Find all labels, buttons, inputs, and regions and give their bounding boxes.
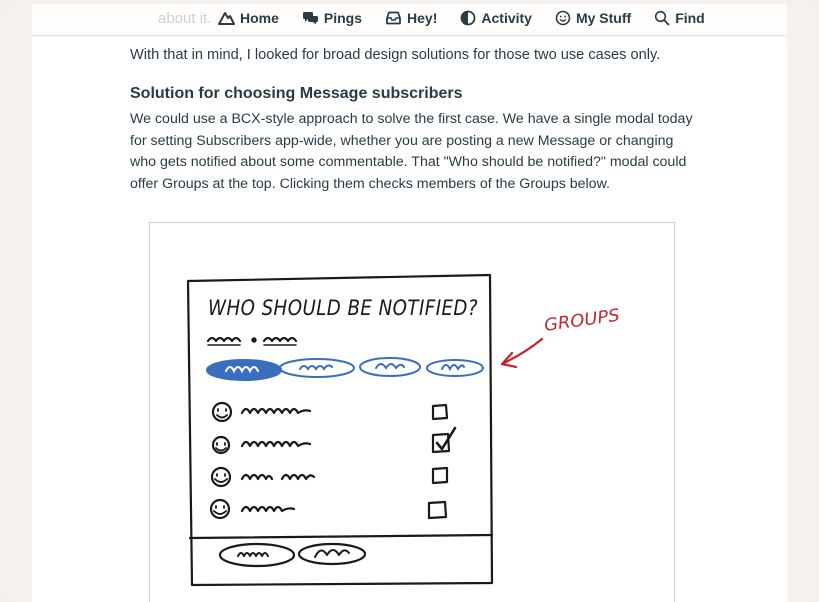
nav-activity[interactable]: Activity xyxy=(460,10,532,26)
checkbox-empty-icon xyxy=(427,500,448,520)
group-pill xyxy=(426,359,484,377)
member-row-4 xyxy=(209,498,448,520)
nav-home-label: Home xyxy=(240,10,279,26)
sketch-drawing: WHO SHOULD BE NOTIFIED? GROUPS xyxy=(186,273,621,587)
smiley-icon xyxy=(555,10,571,26)
footer-divider xyxy=(188,533,494,540)
nav-hey[interactable]: Hey! xyxy=(385,10,437,26)
article-body: With that in mind, I looked for broad de… xyxy=(130,44,700,195)
nav-my-stuff[interactable]: My Stuff xyxy=(555,10,631,26)
group-pill-selected xyxy=(206,359,282,381)
paragraph-line: for setting Subscribers app-wide, whethe… xyxy=(130,132,674,149)
checkbox-empty-icon xyxy=(431,403,449,421)
left-margin xyxy=(4,4,32,602)
member-avatar-icon xyxy=(210,466,232,488)
nav-my-stuff-label: My Stuff xyxy=(575,10,632,26)
paragraph-line: offer Groups at the top. Clicking them c… xyxy=(130,175,610,192)
nav-find-label: Find xyxy=(675,10,705,26)
member-row-1 xyxy=(211,401,449,423)
nav-find[interactable]: Find xyxy=(654,10,705,26)
member-row-2 xyxy=(211,426,457,455)
nav-activity-label: Activity xyxy=(481,10,532,26)
member-avatar-icon xyxy=(209,498,231,520)
nav-hey-label: Hey! xyxy=(407,10,438,26)
body-paragraph: We could use a BCX-style approach to sol… xyxy=(130,109,700,195)
chat-bubbles-icon xyxy=(302,12,318,25)
footer-button-secondary xyxy=(297,542,367,566)
search-icon xyxy=(655,10,670,26)
annotation-arrow xyxy=(500,337,544,366)
mountain-icon xyxy=(218,12,235,25)
nav-items: Home Pings Hey! Activity My Stuff Find xyxy=(218,10,728,26)
sketch-title: WHO SHOULD BE NOTIFIED? xyxy=(208,296,478,320)
paragraph-line: who gets notified about some commentable… xyxy=(130,154,687,170)
checkbox-empty-icon xyxy=(431,466,449,485)
nav-pings-label: Pings xyxy=(323,10,363,26)
nav-pings[interactable]: Pings xyxy=(302,10,362,26)
lead-paragraph: With that in mind, I looked for broad de… xyxy=(130,47,661,63)
half-circle-icon xyxy=(460,10,476,26)
section-heading: Solution for choosing Message subscriber… xyxy=(130,85,463,102)
scrolled-text-fragment: about it. xyxy=(158,10,212,27)
paragraph-line: We could use a BCX-style approach to sol… xyxy=(130,111,693,127)
sketch-image: WHO SHOULD BE NOTIFIED? GROUPS xyxy=(149,222,675,602)
member-row-3 xyxy=(210,466,449,488)
sketch-annotation: GROUPS xyxy=(543,306,621,336)
right-margin xyxy=(787,4,815,602)
nav-home[interactable]: Home xyxy=(218,10,279,26)
subtitle-scribble xyxy=(206,336,242,343)
top-navigation-bar: about it. Home Pings Hey! Activity My St… xyxy=(32,4,787,36)
group-pill xyxy=(359,357,421,377)
inbox-icon xyxy=(386,11,401,25)
